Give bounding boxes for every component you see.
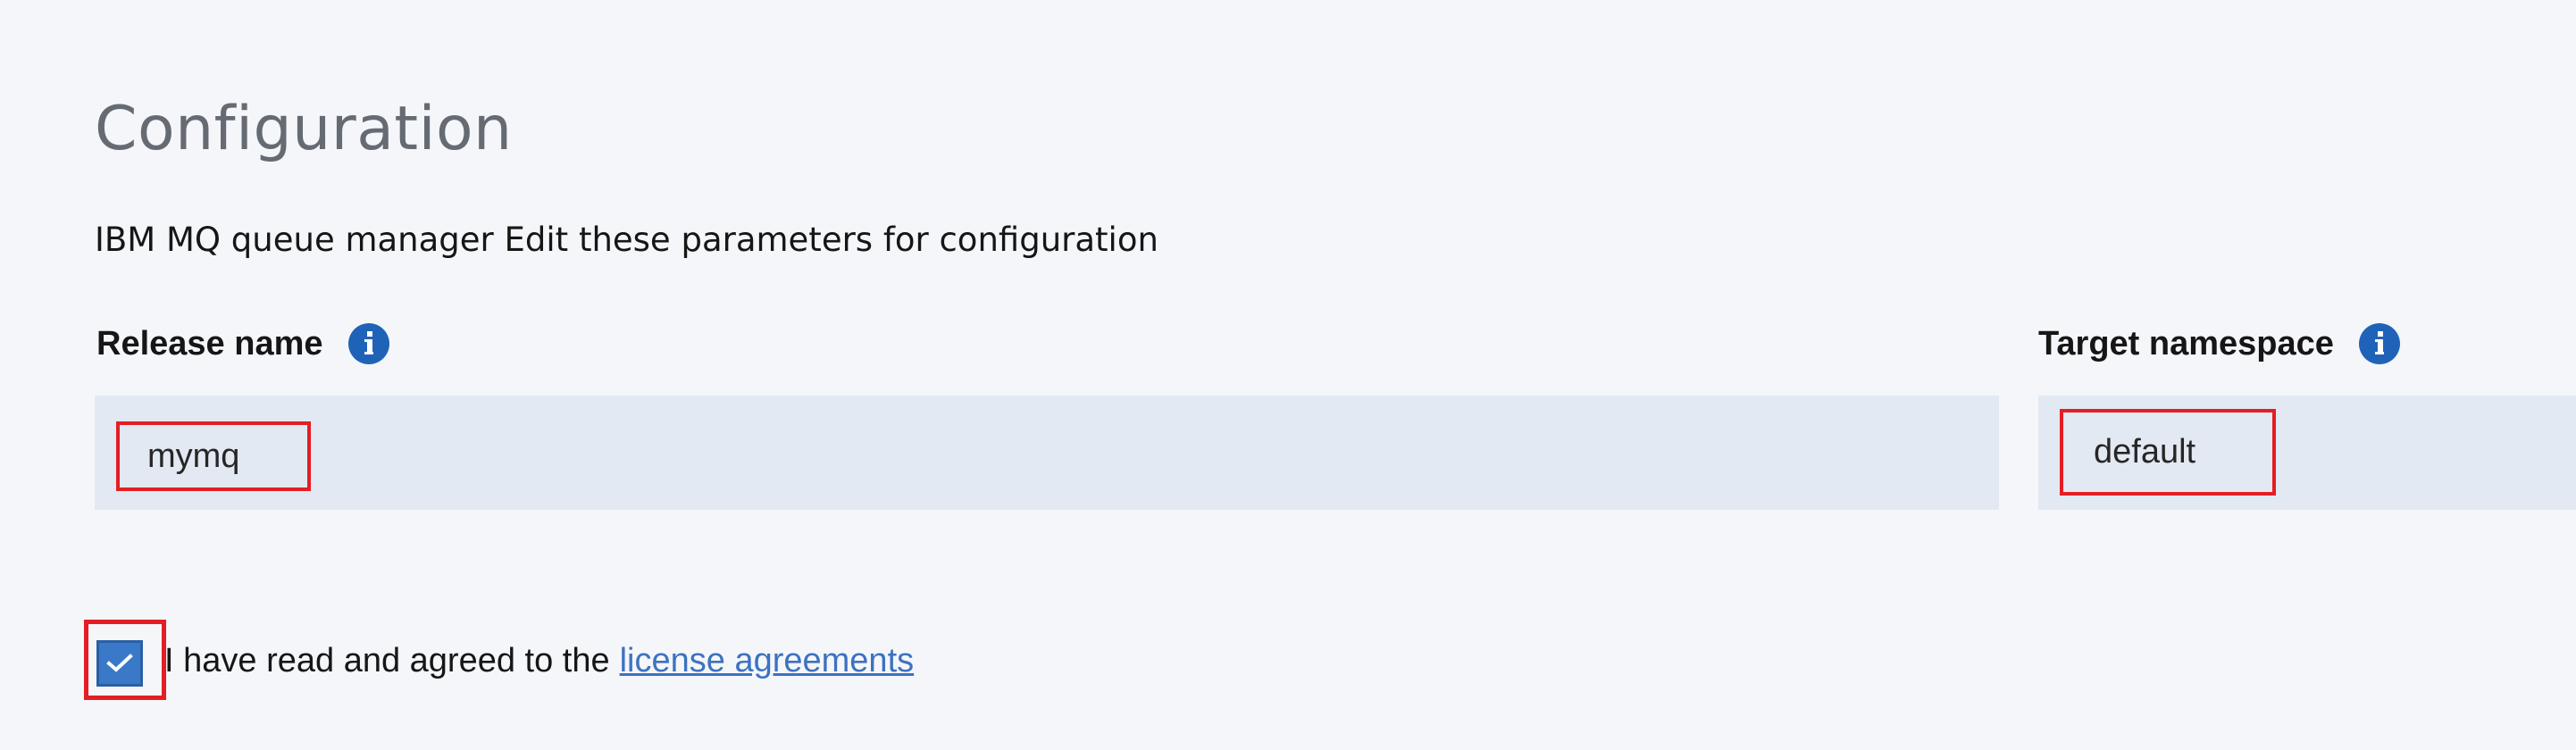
release-name-label-text: Release name [96,324,323,362]
target-namespace-input[interactable]: default [2038,396,2576,510]
release-name-input[interactable]: mymq [95,396,1999,510]
license-checkbox[interactable] [96,640,143,687]
page-description: IBM MQ queue manager Edit these paramete… [95,221,1158,259]
page-title: Configuration [95,94,513,164]
license-agreements-link[interactable]: license agreements [620,642,915,680]
target-namespace-label-text: Target namespace [2038,324,2334,362]
target-namespace-label: Target namespace [2038,321,2400,366]
license-consent-text: I have read and agreed to the [164,641,610,679]
license-checkbox-highlight [84,620,166,700]
release-name-value[interactable]: mymq [116,421,311,491]
info-icon[interactable] [347,323,389,364]
license-consent: I have read and agreed to the license ag… [164,636,914,686]
info-icon[interactable] [2358,323,2400,364]
target-namespace-value[interactable]: default [2060,409,2276,496]
checkmark-icon [106,654,133,672]
release-name-label: Release name [96,321,389,366]
